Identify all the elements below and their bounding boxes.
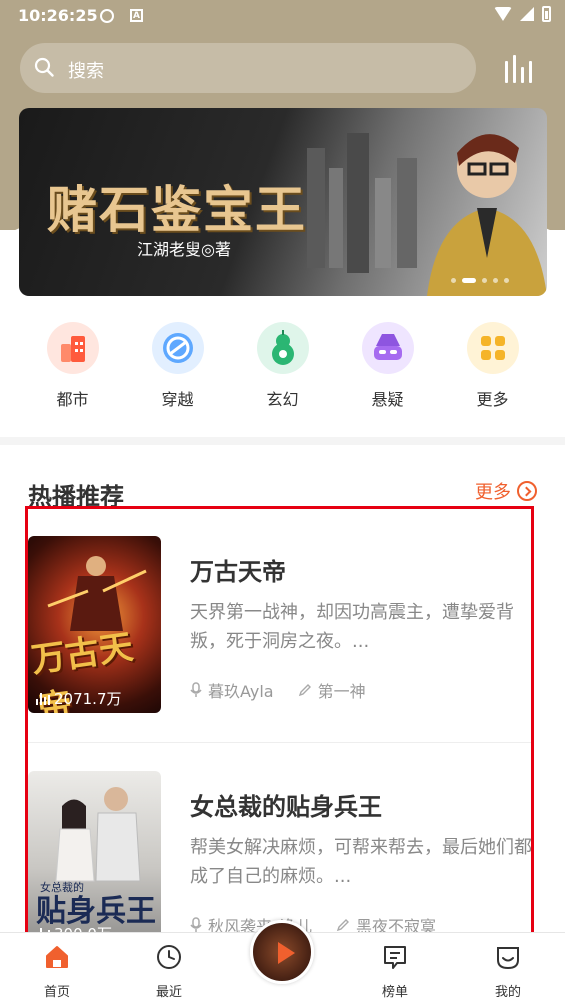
home-icon	[46, 946, 68, 968]
notification-icon: A	[130, 9, 143, 22]
banner-dot	[504, 278, 509, 283]
book-cover[interactable]: 女总裁的 贴身兵王 300.0万	[28, 771, 161, 948]
book-meta: 暮玖Ayla 第一神	[190, 678, 366, 702]
category-bars-icon[interactable]	[505, 55, 535, 83]
banner-dot	[493, 278, 498, 283]
play-count-icon	[36, 692, 50, 705]
gourd-icon	[256, 322, 309, 374]
play-count-value: 2071.7万	[54, 690, 122, 708]
nav-label: 榜单	[381, 985, 408, 1000]
category-row: 都市 穿越 玄幻 悬疑 更多	[20, 322, 545, 410]
section-divider	[0, 437, 565, 445]
banner-artwork	[307, 133, 547, 296]
play-count: 2071.7万	[36, 688, 122, 709]
category-mystery[interactable]: 悬疑	[335, 322, 440, 410]
microphone-icon	[190, 682, 202, 697]
clock-icon	[157, 945, 181, 969]
narrator: 暮玖Ayla	[190, 678, 274, 702]
list-divider	[28, 742, 533, 743]
city-icon	[46, 322, 99, 374]
narrator-name: 暮玖Ayla	[208, 682, 274, 701]
status-time: 10:26:25	[18, 6, 98, 25]
search-icon	[34, 57, 54, 77]
book-item[interactable]: 万古天帝 2071.7万 万古天帝 天界第一战神，却因功高震主，遭挚爱背叛，死于…	[28, 536, 533, 716]
category-label: 更多	[476, 390, 509, 409]
banner-pagination	[451, 278, 509, 283]
nav-profile[interactable]: 我的	[473, 943, 543, 1000]
player-button[interactable]	[250, 920, 314, 984]
category-label: 悬疑	[371, 390, 404, 409]
banner-title: 赌石鉴宝王	[47, 180, 307, 239]
chevron-right-icon	[517, 481, 537, 501]
grid-icon	[466, 322, 519, 374]
banner-dot	[451, 278, 456, 283]
status-icons	[494, 6, 551, 22]
category-label: 穿越	[161, 390, 194, 409]
nav-label: 首页	[43, 985, 70, 1000]
more-button[interactable]: 更多	[475, 478, 537, 504]
author-name: 第一神	[317, 682, 366, 701]
chart-list-icon	[384, 946, 406, 969]
more-label: 更多	[475, 482, 511, 503]
category-urban[interactable]: 都市	[20, 322, 125, 410]
book-title: 女总裁的贴身兵王	[190, 793, 382, 821]
book-description: 帮美女解决麻烦，可帮来帮去，最后她们都成了自己的麻烦。...	[190, 837, 532, 887]
search-input[interactable]: 搜索	[68, 57, 104, 83]
book-title: 万古天帝	[190, 558, 286, 586]
profile-icon	[497, 947, 519, 970]
app-screen: 10:26:25 A 搜索 赌石鉴宝王 江湖老叟◎著 都市 穿越 玄幻 悬疑 更…	[0, 0, 565, 1004]
banner-author: 江湖老叟◎著	[137, 240, 231, 259]
search-bar[interactable]: 搜索	[20, 43, 476, 93]
category-time-travel[interactable]: 穿越	[125, 322, 230, 410]
battery-icon	[542, 6, 551, 22]
nav-label: 最近	[155, 985, 182, 1000]
category-fantasy[interactable]: 玄幻	[230, 322, 335, 410]
category-label: 玄幻	[266, 390, 299, 409]
signal-icon	[520, 7, 534, 21]
banner-dot-active	[462, 278, 476, 283]
book-description: 天界第一战神，却因功高震主，遭挚爱背叛，死于洞房之夜。...	[190, 602, 514, 652]
pen-icon	[336, 919, 350, 932]
category-label: 都市	[56, 390, 89, 409]
category-more[interactable]: 更多	[440, 322, 545, 410]
microphone-icon	[190, 917, 202, 932]
author: 第一神	[298, 678, 366, 702]
nav-recent[interactable]: 最近	[134, 943, 204, 1000]
sync-icon	[100, 9, 114, 23]
section-title: 热播推荐	[28, 483, 124, 511]
portal-icon	[151, 322, 204, 374]
nav-ranking[interactable]: 榜单	[360, 943, 430, 1000]
status-bar: 10:26:25 A	[0, 0, 565, 34]
banner-carousel[interactable]: 赌石鉴宝王 江湖老叟◎著	[19, 108, 547, 296]
pen-icon	[298, 684, 311, 697]
nav-home[interactable]: 首页	[22, 943, 92, 1000]
detective-icon	[361, 322, 414, 374]
banner-dot	[482, 278, 487, 283]
wifi-icon	[494, 7, 512, 21]
nav-label: 我的	[494, 985, 521, 1000]
book-cover[interactable]: 万古天帝 2071.7万	[28, 536, 161, 713]
